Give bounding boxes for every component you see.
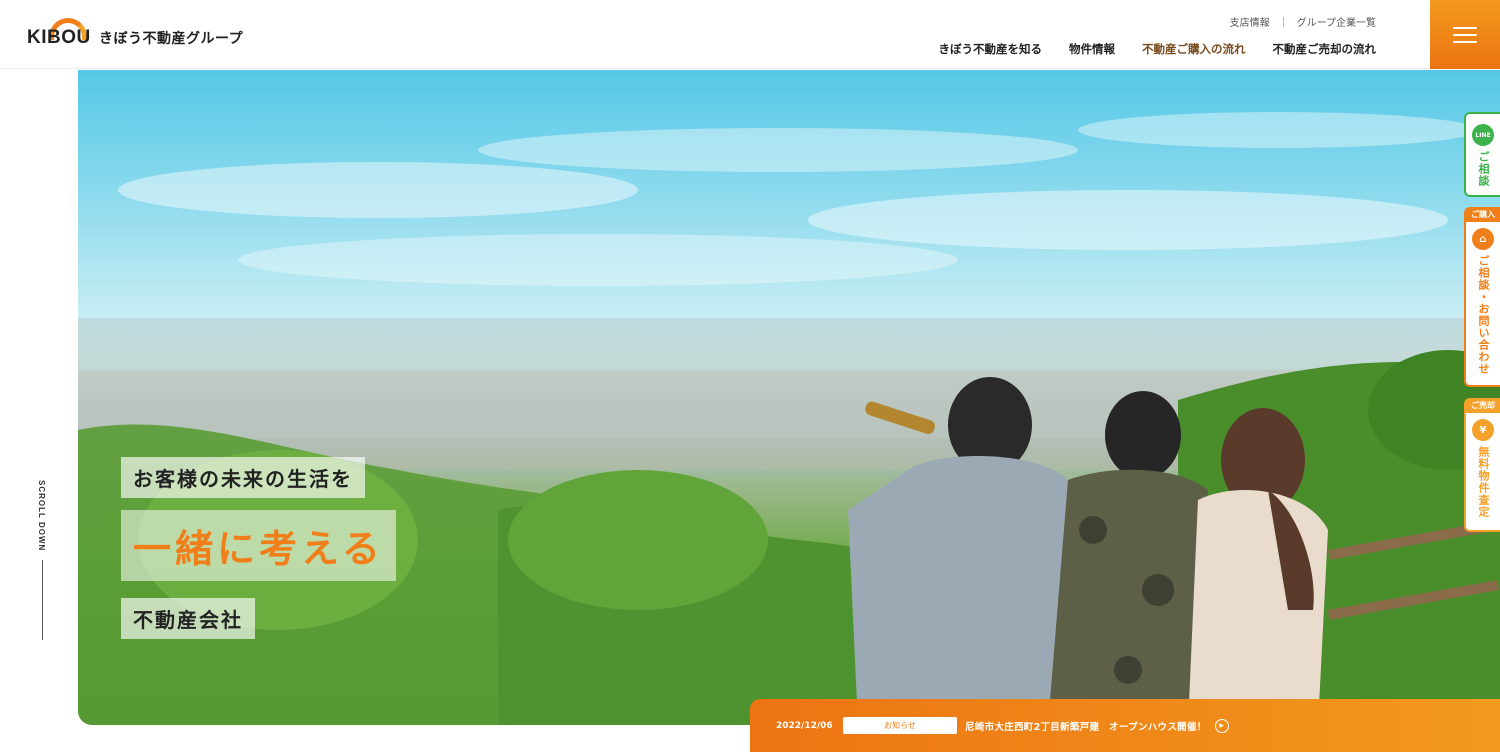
scroll-line bbox=[42, 560, 43, 640]
news-category-badge: お知らせ bbox=[843, 717, 957, 734]
yen-coin-icon: ¥ bbox=[1472, 419, 1494, 441]
line-icon: LINE bbox=[1472, 124, 1494, 146]
line-consult-tab[interactable]: LINE ご相談 bbox=[1464, 112, 1500, 197]
purchase-tab-head: ご購入 bbox=[1466, 207, 1500, 222]
news-title-link[interactable]: 尼崎市大庄西町2丁目新築戸建 オープンハウス開催！ bbox=[965, 719, 1207, 733]
logo-mark: KIBOU bbox=[27, 18, 93, 48]
logo[interactable]: KIBOU きぼう不動産グループ bbox=[27, 18, 243, 48]
nav-item-properties[interactable]: 物件情報 bbox=[1069, 41, 1115, 57]
scroll-down-label: SCROLL DOWN bbox=[37, 480, 46, 552]
purchase-inquiry-label: ご相談・お問い合わせ bbox=[1477, 255, 1490, 375]
util-link-group-companies[interactable]: グループ企業一覧 bbox=[1297, 14, 1376, 29]
news-date: 2022/12/06 bbox=[776, 720, 833, 731]
nav-item-purchase-flow[interactable]: 不動産ご購入の流れ bbox=[1142, 41, 1246, 57]
hero-image bbox=[78, 70, 1500, 725]
play-arrow-icon[interactable]: ▶ bbox=[1214, 718, 1229, 733]
line-consult-label: ご相談 bbox=[1477, 151, 1490, 187]
util-link-branches[interactable]: 支店情報 bbox=[1230, 14, 1270, 29]
hero-copy-line-3: 不動産会社 bbox=[121, 598, 255, 639]
news-bar[interactable]: 2022/12/06 お知らせ 尼崎市大庄西町2丁目新築戸建 オープンハウス開催… bbox=[750, 699, 1500, 752]
hamburger-menu-button[interactable] bbox=[1430, 0, 1500, 69]
site-header: KIBOU きぼう不動産グループ 支店情報 グループ企業一覧 きぼう不動産を知る… bbox=[0, 0, 1500, 69]
purchase-inquiry-tab[interactable]: ご購入 ⌂ ご相談・お問い合わせ bbox=[1464, 207, 1500, 387]
nav-item-sale-flow[interactable]: 不動産ご売却の流れ bbox=[1273, 41, 1377, 57]
hero-scenery bbox=[78, 112, 1500, 725]
menu-bar-icon bbox=[1453, 26, 1477, 29]
logo-text: きぼう不動産グループ bbox=[99, 31, 244, 47]
utility-nav: 支店情報 グループ企業一覧 bbox=[1230, 14, 1376, 29]
free-appraisal-label: 無料物件査定 bbox=[1477, 446, 1490, 518]
menu-bar-icon bbox=[1453, 33, 1477, 36]
menu-bar-icon bbox=[1453, 40, 1477, 43]
sale-tab-head: ご売却 bbox=[1466, 398, 1500, 413]
divider bbox=[1282, 16, 1284, 27]
scroll-down-indicator[interactable]: SCROLL DOWN bbox=[30, 480, 54, 650]
nav-item-about[interactable]: きぼう不動産を知る bbox=[939, 41, 1043, 57]
home-icon: ⌂ bbox=[1472, 228, 1494, 250]
main-nav: きぼう不動産を知る 物件情報 不動産ご購入の流れ 不動産ご売却の流れ bbox=[939, 41, 1377, 57]
hero-copy-headline: 一緒に考える bbox=[121, 510, 396, 581]
sale-appraisal-tab[interactable]: ご売却 ¥ 無料物件査定 bbox=[1464, 398, 1500, 532]
hero-copy-line-1: お客様の未来の生活を bbox=[121, 457, 365, 498]
logo-word: KIBOU bbox=[27, 27, 91, 48]
